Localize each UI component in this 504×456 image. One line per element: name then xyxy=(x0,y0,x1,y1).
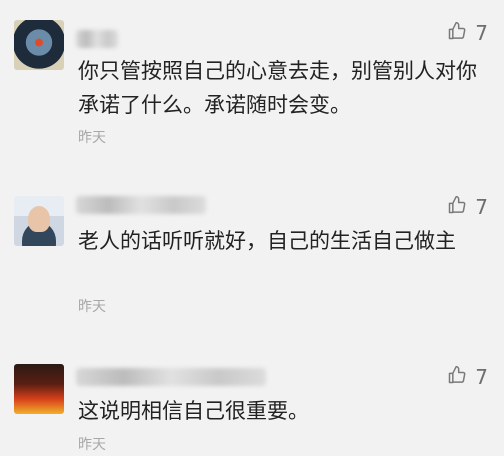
avatar[interactable] xyxy=(14,20,64,70)
thumbs-up-icon xyxy=(447,21,467,45)
comment-text: 老人的话听听就好，自己的生活自己做主 xyxy=(78,229,456,253)
comment-text: 这说明相信自己很重要。 xyxy=(78,399,309,423)
like-button[interactable]: 7 xyxy=(447,194,488,220)
comment-time: 昨天 xyxy=(78,130,106,146)
comment-time: 昨天 xyxy=(78,299,106,315)
like-button[interactable]: 7 xyxy=(447,20,488,46)
like-count: 7 xyxy=(475,365,488,389)
avatar[interactable] xyxy=(14,196,64,246)
comment-time: 昨天 xyxy=(78,437,106,453)
username-blurred xyxy=(76,30,118,48)
like-button[interactable]: 7 xyxy=(447,364,488,390)
username-blurred xyxy=(76,196,206,214)
thumbs-up-icon xyxy=(447,195,467,219)
comment-item: 7 老人的话听听就好，自己的生活自己做主 昨天 xyxy=(0,180,504,330)
comment-item: 7 你只管按照自己的心意去走，别管别人对你承诺了什么。承诺随时会变。 昨天 xyxy=(0,0,504,160)
comment-text: 你只管按照自己的心意去走，别管别人对你承诺了什么。承诺随时会变。 xyxy=(78,59,477,117)
like-count: 7 xyxy=(475,195,488,219)
avatar[interactable] xyxy=(14,364,64,414)
comment-item: 7 这说明相信自己很重要。 昨天 xyxy=(0,350,504,456)
username-blurred xyxy=(76,368,266,386)
thumbs-up-icon xyxy=(447,365,467,389)
like-count: 7 xyxy=(475,21,488,45)
